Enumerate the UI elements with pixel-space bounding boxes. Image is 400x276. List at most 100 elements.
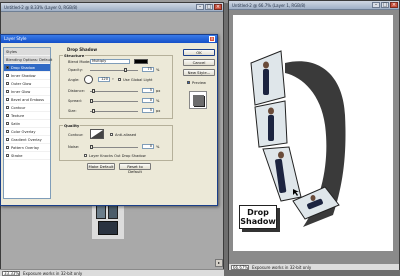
maximize-icon[interactable]: □	[381, 2, 389, 8]
distance-label: Distance:	[68, 89, 85, 93]
style-item[interactable]: Contour	[4, 104, 50, 112]
ok-button[interactable]: OK	[183, 49, 215, 56]
style-item[interactable]: Satin	[4, 120, 50, 128]
thumbnail-frame-3	[98, 221, 118, 235]
label-line-2: Shadow	[240, 217, 276, 226]
use-global-light-checkbox[interactable]	[118, 78, 121, 81]
thumbnail-frame-1	[96, 205, 106, 219]
opacity-slider[interactable]	[90, 68, 138, 72]
document-right-titlebar[interactable]: Untitled-2 @ 66.7% (Layer 1, RGB/8) – □ …	[229, 1, 399, 10]
document-left-title: Untitled-2 @ 8.33% (Layer 0, RGB/8)	[4, 4, 78, 10]
structure-label: Structure	[63, 53, 86, 58]
section-title: Drop Shadow	[67, 47, 98, 52]
new-style-button[interactable]: New Style...	[183, 69, 215, 76]
canvas[interactable]: Drop Shadow	[233, 15, 393, 251]
style-checkbox[interactable]	[6, 74, 9, 77]
style-item-label: Gradient Overlay	[11, 137, 42, 142]
shadow-color-swatch[interactable]	[134, 59, 148, 64]
distance-slider[interactable]	[90, 89, 138, 93]
style-checkbox[interactable]	[6, 114, 9, 117]
preview-checkbox[interactable]	[187, 81, 190, 84]
style-item[interactable]: Outer Glow	[4, 80, 50, 88]
size-unit: px	[156, 109, 161, 113]
document-right-title: Untitled-2 @ 66.7% (Layer 1, RGB/8)	[232, 2, 306, 8]
spread-input[interactable]: 0	[142, 98, 154, 103]
style-item-label: Stroke	[11, 153, 23, 158]
spread-slider-knob[interactable]	[90, 99, 93, 103]
layer-style-dialog: Layer Style × Styles Blending Options: D…	[0, 34, 218, 206]
size-slider[interactable]	[90, 109, 138, 113]
style-item-label: Texture	[11, 113, 25, 118]
style-checkbox[interactable]	[6, 82, 9, 85]
angle-input[interactable]: 120	[98, 77, 110, 82]
style-checkbox[interactable]	[6, 98, 9, 101]
style-item[interactable]: Color Overlay	[4, 128, 50, 136]
style-items: Drop Shadow Inner Shadow Outer Glow Inner G…	[4, 64, 50, 160]
size-slider-knob[interactable]	[92, 109, 95, 113]
close-icon[interactable]: ×	[390, 2, 398, 8]
style-item-label: Color Overlay	[11, 129, 36, 134]
size-input[interactable]: 5	[142, 108, 154, 113]
style-item-label: Inner Glow	[11, 89, 31, 94]
style-item[interactable]: Pattern Overlay	[4, 144, 50, 152]
noise-slider[interactable]	[90, 145, 138, 149]
knocks-out-label: Layer Knocks Out Drop Shadow	[89, 154, 146, 158]
zoom-field[interactable]: 66.67%	[231, 264, 249, 270]
spread-slider[interactable]	[90, 99, 138, 103]
label-line-1: Drop	[247, 208, 269, 217]
noise-unit: %	[156, 145, 160, 149]
styles-list: Styles Blending Options: Default Drop Sh…	[3, 47, 52, 199]
document-left-thumbnail	[92, 203, 124, 239]
style-item[interactable]: Stroke	[4, 152, 50, 160]
style-item[interactable]: Gradient Overlay	[4, 136, 50, 144]
size-label: Size:	[68, 109, 77, 113]
style-item-label: Drop Shadow	[11, 65, 35, 70]
style-checkbox[interactable]	[6, 90, 9, 93]
make-default-button[interactable]: Make Default	[87, 163, 115, 170]
style-item[interactable]: Inner Glow	[4, 88, 50, 96]
blending-options-item[interactable]: Blending Options: Default	[4, 56, 52, 64]
dialog-close-icon[interactable]: ×	[209, 36, 215, 42]
scroll-right-arrow[interactable]: ▸	[215, 259, 223, 267]
quality-label: Quality	[63, 123, 81, 128]
distance-slider-knob[interactable]	[92, 89, 95, 93]
zoom-field[interactable]: 33.33%	[2, 270, 20, 276]
style-checkbox[interactable]	[6, 130, 9, 133]
noise-input[interactable]: 0	[142, 144, 154, 149]
style-checkbox[interactable]	[6, 122, 9, 125]
close-icon[interactable]: ×	[214, 4, 222, 10]
maximize-icon[interactable]: □	[205, 4, 213, 10]
contour-picker[interactable]	[90, 129, 104, 139]
anti-aliased-checkbox[interactable]	[110, 133, 113, 136]
angle-unit: °	[112, 78, 114, 82]
minimize-icon[interactable]: –	[196, 4, 204, 10]
styles-header[interactable]: Styles	[4, 48, 50, 56]
style-item[interactable]: Bevel and Emboss	[4, 96, 50, 104]
style-checkbox[interactable]	[6, 146, 9, 149]
document-right-statusbar: 66.67% Exposure works in 32-bit only	[229, 263, 399, 270]
distance-input[interactable]: 5	[142, 88, 154, 93]
minimize-icon[interactable]: –	[372, 2, 380, 8]
cancel-button[interactable]: Cancel	[183, 59, 215, 66]
noise-slider-knob[interactable]	[90, 145, 93, 149]
opacity-input[interactable]: 75	[142, 67, 154, 72]
style-checkbox[interactable]	[6, 154, 9, 157]
reset-to-default-button[interactable]: Reset to Default	[119, 163, 151, 174]
style-checkbox[interactable]	[6, 138, 9, 141]
style-checkbox[interactable]	[6, 106, 9, 109]
quality-group: Quality Contour: Anti-aliased Noise: 0 %…	[59, 123, 173, 161]
style-preview-square	[193, 95, 204, 106]
document-left-titlebar[interactable]: Untitled-2 @ 8.33% (Layer 0, RGB/8) – □ …	[1, 3, 223, 12]
dialog-titlebar[interactable]: Layer Style ×	[1, 35, 217, 43]
style-checkbox[interactable]	[6, 66, 9, 69]
knocks-out-checkbox[interactable]	[84, 154, 87, 157]
style-item[interactable]: Texture	[4, 112, 50, 120]
drop-shadow-label-box: Drop Shadow	[239, 205, 277, 229]
blend-mode-select[interactable]: Multiply	[90, 59, 130, 64]
angle-dial[interactable]	[84, 75, 93, 84]
opacity-slider-knob[interactable]	[124, 68, 127, 72]
dialog-title: Layer Style	[4, 36, 27, 41]
style-item[interactable]: Drop Shadow	[4, 64, 50, 72]
style-item-label: Bevel and Emboss	[11, 97, 45, 102]
style-item[interactable]: Inner Shadow	[4, 72, 50, 80]
